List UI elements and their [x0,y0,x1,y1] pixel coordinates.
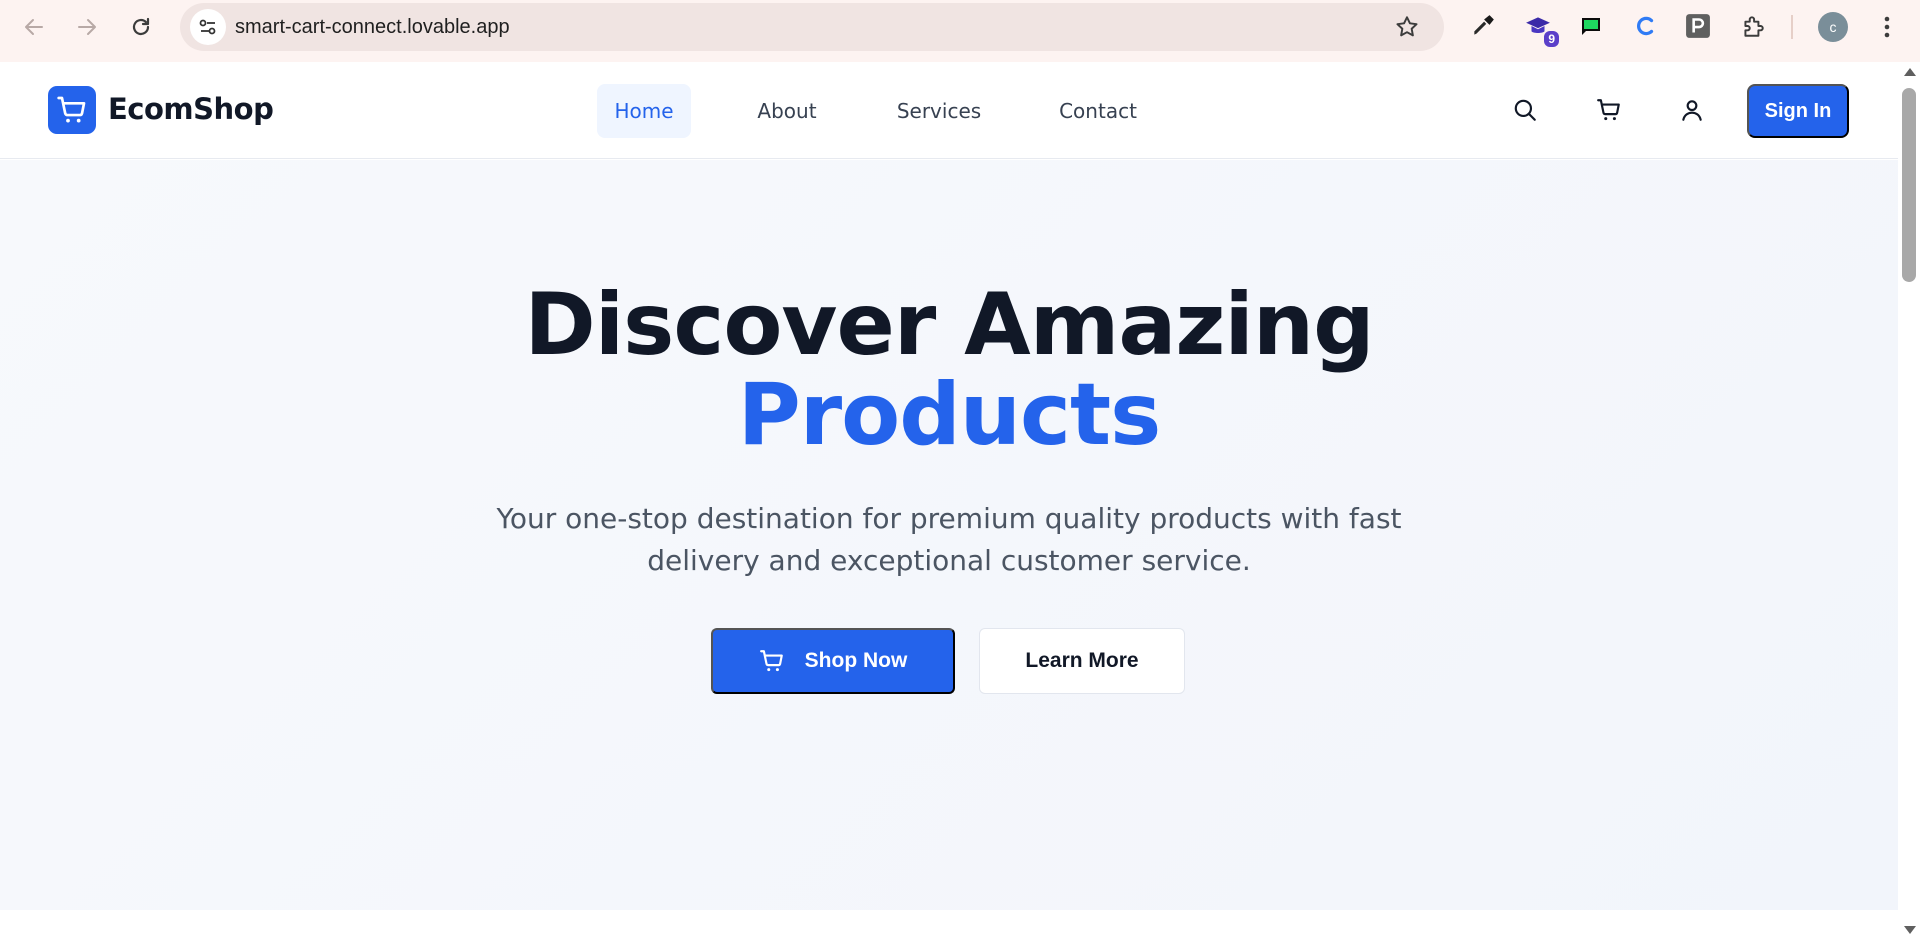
cart-icon [1597,99,1620,121]
cart-icon [759,650,783,672]
extensions-button[interactable] [1738,11,1768,41]
extension-c[interactable] [1630,11,1660,41]
nav-contact[interactable]: Contact [1048,84,1148,138]
scroll-up-arrow-icon[interactable] [1904,68,1916,76]
forward-button[interactable] [67,7,107,47]
hero-section: Discover Amazing Products Your one-stop … [0,160,1898,910]
bookmark-star-icon [1396,16,1418,37]
logo-mark[interactable] [48,86,96,134]
reload-icon [132,17,150,36]
browser-toolbar: smart-cart-connect.lovable.app 9 c [0,0,1920,62]
extension-p[interactable] [1683,11,1713,41]
extension-chat[interactable] [1576,11,1606,41]
forward-arrow-icon [78,19,96,35]
site-info-button[interactable] [190,9,226,45]
page-viewport: EcomShop Home About Services Contact Sig… [0,62,1898,940]
search-button[interactable] [1511,96,1539,124]
bookmark-button[interactable] [1394,14,1420,44]
hero-title-line1: Discover Amazing [524,275,1374,375]
account-button[interactable] [1678,96,1706,124]
extension-eyedropper[interactable] [1468,11,1498,41]
address-bar[interactable]: smart-cart-connect.lovable.app [180,3,1444,51]
search-icon [1514,99,1536,121]
reload-button[interactable] [121,7,161,47]
shop-now-button[interactable]: Shop Now [711,628,955,694]
hero-subtitle: Your one-stop destination for premium qu… [496,502,1402,577]
hero-title-accent: Products [737,365,1162,465]
p-logo-icon [1686,14,1710,38]
hero-title: Discover Amazing Products [0,280,1898,460]
back-button[interactable] [14,7,54,47]
back-arrow-icon [25,19,43,35]
nav-home[interactable]: Home [597,84,691,138]
scroll-down-arrow-icon[interactable] [1904,926,1916,934]
puzzle-icon [1744,16,1764,37]
site-header: EcomShop Home About Services Contact Sig… [0,62,1898,159]
logo-text[interactable]: EcomShop [108,92,274,126]
eyedropper-icon [1474,15,1494,35]
chat-flag-icon [1582,18,1600,35]
sign-in-button[interactable]: Sign In [1747,84,1849,138]
nav-services[interactable]: Services [883,84,995,138]
cart-logo-icon [57,96,86,123]
c-logo-icon [1637,16,1654,36]
user-icon [1682,100,1702,121]
profile-avatar[interactable]: c [1818,12,1848,42]
cart-button[interactable] [1595,96,1623,124]
more-vertical-icon [1884,16,1890,38]
toolbar-divider [1791,15,1793,39]
url-text[interactable]: smart-cart-connect.lovable.app [235,16,510,39]
nav-about[interactable]: About [742,84,832,138]
learn-more-button[interactable]: Learn More [979,628,1185,694]
scroll-thumb[interactable] [1902,88,1916,282]
site-info-icon [199,19,216,35]
extension-graduation[interactable]: 9 [1523,11,1559,47]
extension-badge: 9 [1544,31,1559,47]
page-scrollbar[interactable] [1898,62,1920,940]
browser-menu-button[interactable] [1875,12,1899,42]
shop-now-label: Shop Now [804,649,908,672]
